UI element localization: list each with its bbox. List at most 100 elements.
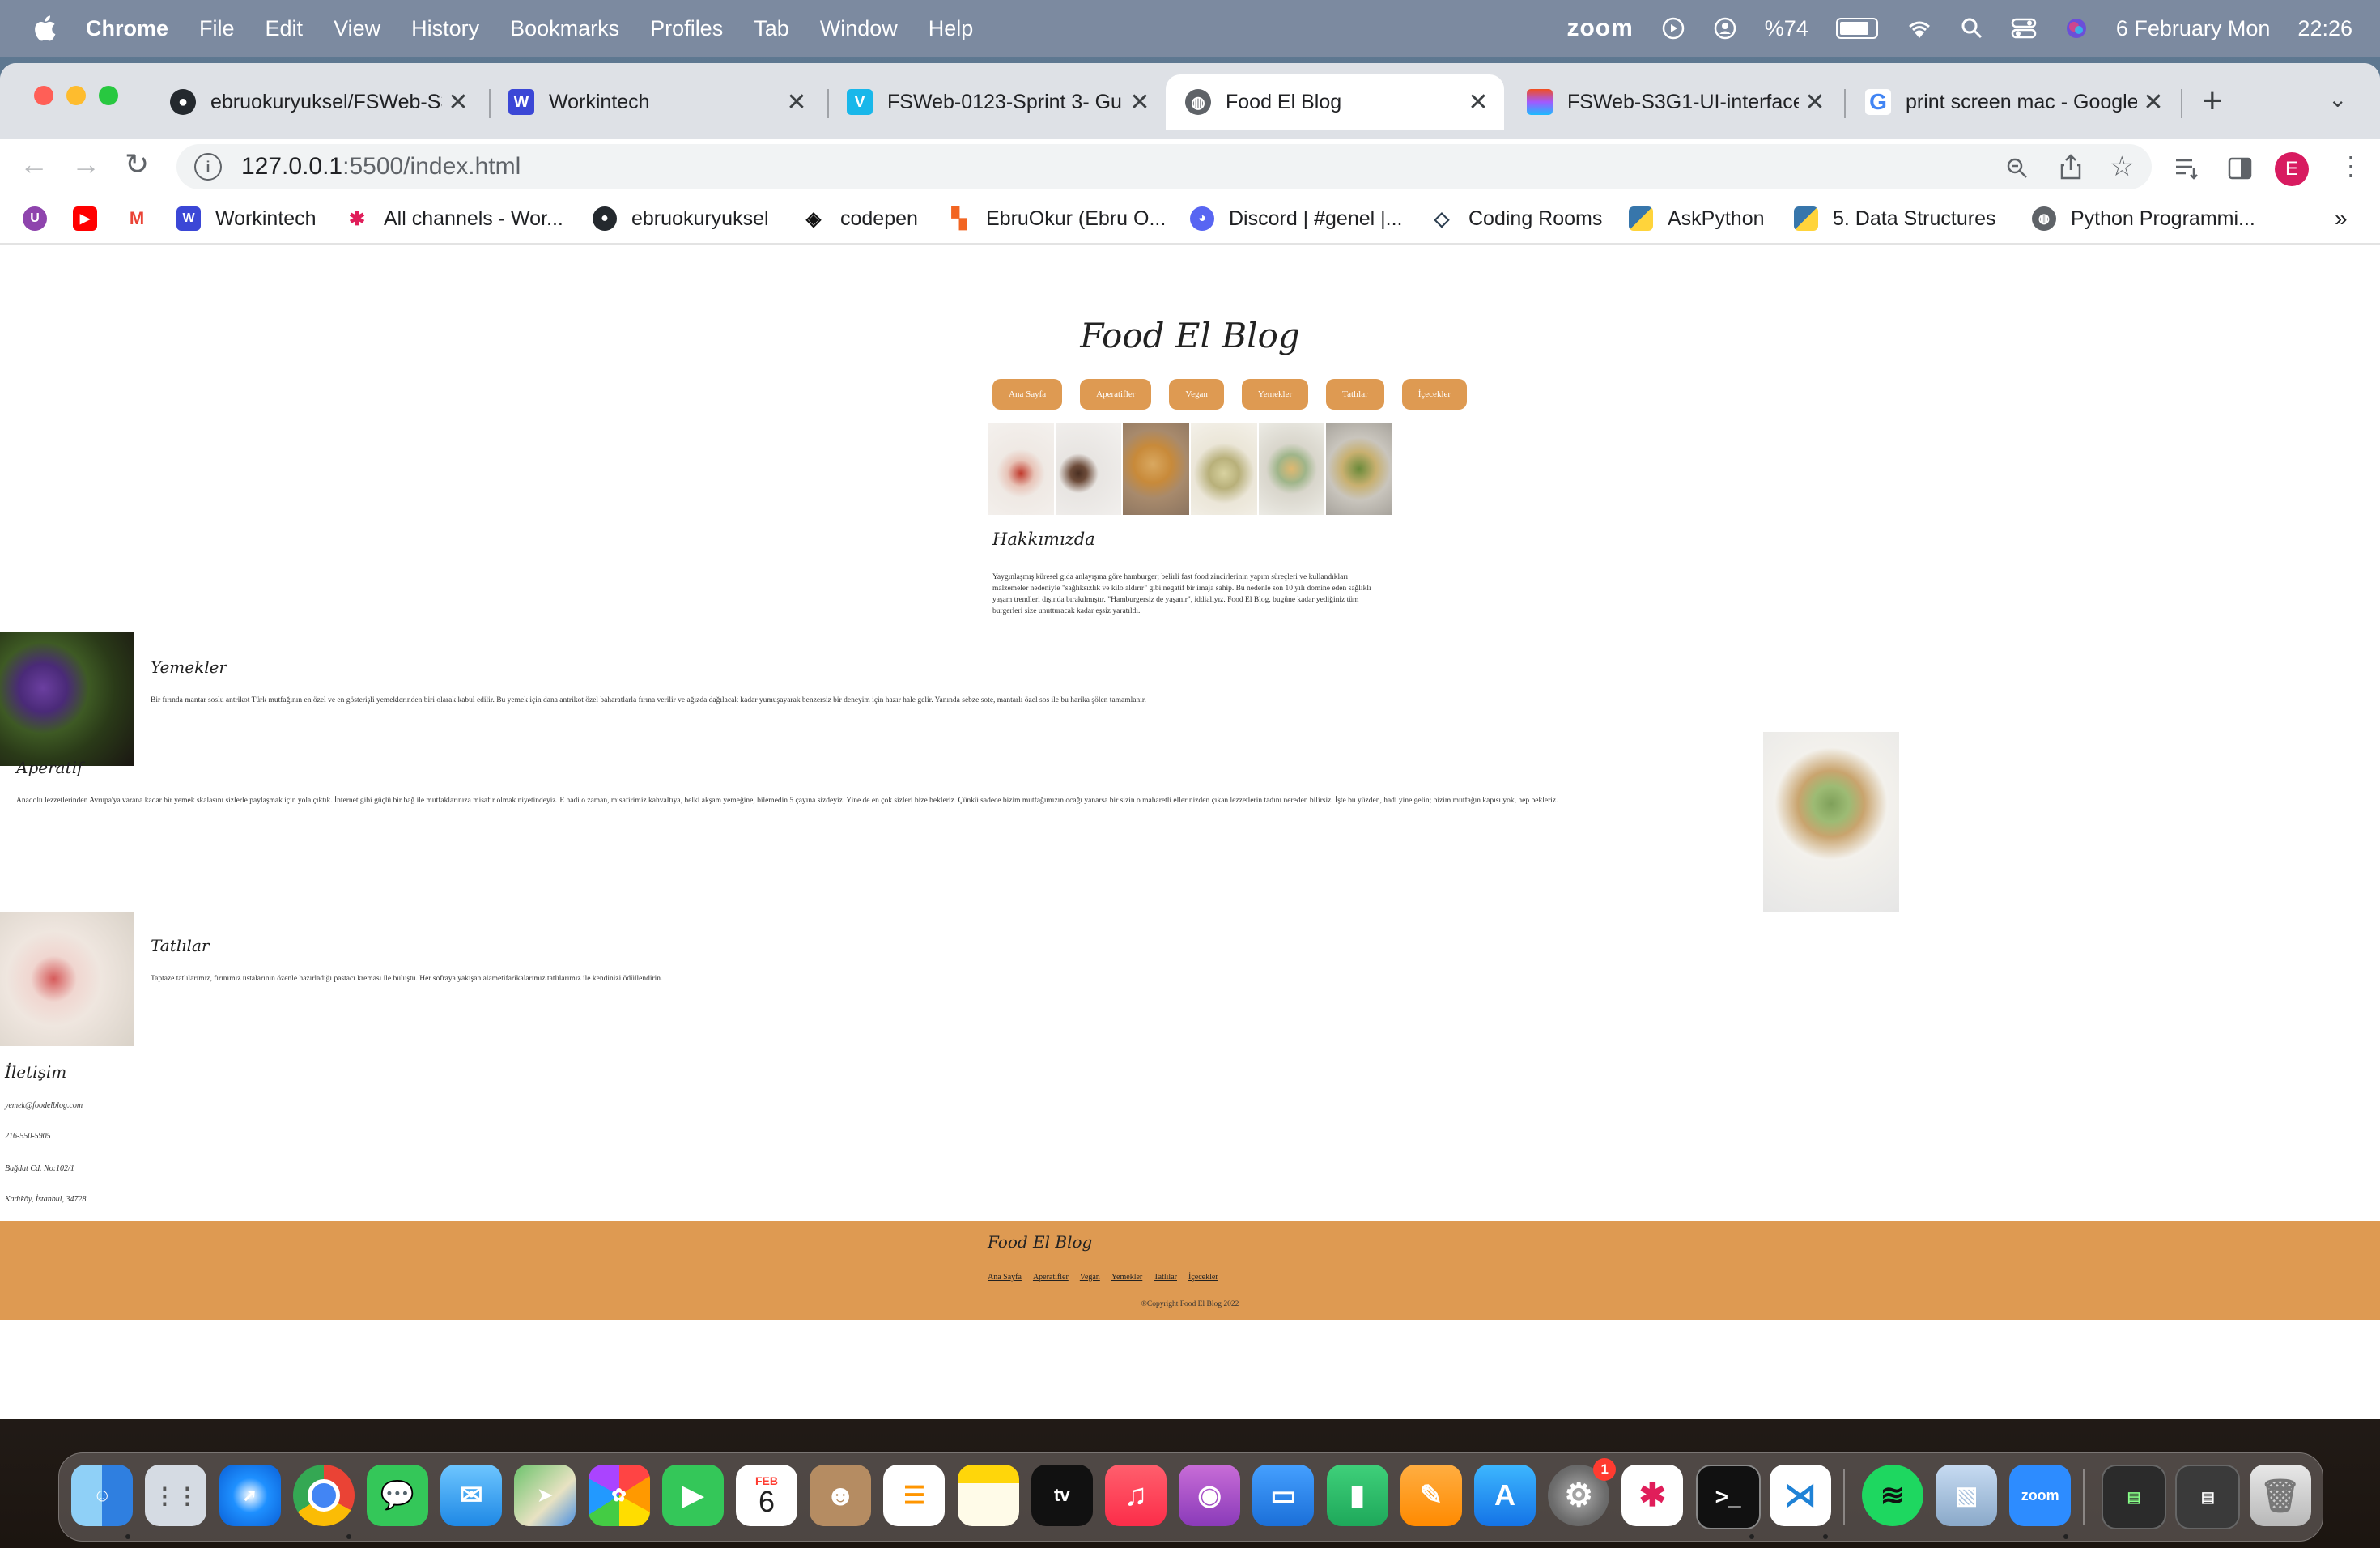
tab-close-icon[interactable]: ✕	[442, 88, 474, 117]
footer-link-icecekler[interactable]: İçecekler	[1188, 1273, 1218, 1282]
menu-help[interactable]: Help	[929, 16, 974, 41]
tab-close-icon[interactable]: ✕	[1799, 88, 1831, 117]
tab-close-icon[interactable]: ✕	[780, 88, 813, 117]
tab-search-chevron-icon[interactable]: ⌄	[2328, 86, 2347, 113]
mail-icon[interactable]: ✉	[440, 1465, 503, 1526]
bookmark-python-programming[interactable]: ◍ Python Programmi...	[2032, 204, 2255, 233]
more-menu-icon[interactable]: ⋮	[2338, 151, 2364, 181]
terminal-icon[interactable]: >_	[1695, 1465, 1761, 1529]
new-tab-plus-icon[interactable]: +	[2202, 81, 2223, 121]
address-bar[interactable]: i 127.0.0.1:5500/index.html	[176, 144, 2152, 189]
site-info-icon[interactable]: i	[194, 153, 222, 181]
safari-icon[interactable]: ➚	[219, 1465, 281, 1526]
bookmark-github[interactable]: ● ebruokuryuksel	[593, 204, 769, 233]
contacts-icon[interactable]: ☻	[810, 1465, 872, 1526]
launchpad-icon[interactable]: ⋮⋮	[145, 1465, 207, 1526]
menu-profiles[interactable]: Profiles	[650, 16, 723, 41]
share-icon[interactable]	[2059, 154, 2082, 180]
menu-history[interactable]: History	[411, 16, 479, 41]
reload-icon[interactable]: ↻	[125, 147, 149, 181]
tab-google[interactable]: G print screen mac - Google ✕	[1846, 74, 2179, 130]
back-arrow-icon[interactable]: ←	[19, 147, 49, 181]
nav-yemekler[interactable]: Yemekler	[1241, 379, 1309, 410]
apple-icon[interactable]	[32, 15, 57, 42]
bookmarks-overflow-icon[interactable]: »	[2335, 204, 2348, 233]
forward-arrow-icon[interactable]: →	[71, 147, 100, 181]
preview-icon[interactable]: ▧	[1936, 1465, 1997, 1526]
side-panel-icon[interactable]	[2228, 157, 2252, 180]
zoom-magnifier-icon[interactable]	[2006, 157, 2029, 180]
bookmark-item[interactable]: ▶	[73, 204, 112, 233]
address-url[interactable]: 127.0.0.1:5500/index.html	[241, 153, 521, 181]
photos-icon[interactable]: ✿	[588, 1465, 650, 1526]
trash-icon[interactable]: 🗑	[2249, 1465, 2311, 1526]
siri-icon[interactable]	[2064, 16, 2089, 40]
menu-tab[interactable]: Tab	[754, 16, 789, 41]
bookmark-item[interactable]: M	[125, 204, 164, 233]
bookmark-ebruokur[interactable]: ▚ EbruOkur (Ebru O...	[947, 204, 1166, 233]
tab-close-icon[interactable]: ✕	[2137, 88, 2170, 117]
system-settings-icon[interactable]: ⚙ 1	[1548, 1458, 1617, 1526]
tab-figma[interactable]: FSWeb-S3G1-UI-interface ✕	[1507, 74, 1841, 130]
bookmark-item[interactable]: U	[23, 204, 62, 233]
pages-icon[interactable]: ✎	[1400, 1465, 1462, 1526]
nav-tatlilar[interactable]: Tatlılar	[1326, 379, 1384, 410]
menu-edit[interactable]: Edit	[266, 16, 304, 41]
control-center-icon[interactable]	[2011, 17, 2037, 40]
bookmark-workintech[interactable]: W Workintech	[176, 204, 317, 233]
menu-view[interactable]: View	[334, 16, 380, 41]
menu-time[interactable]: 22:26	[2297, 16, 2352, 41]
footer-link-ana-sayfa[interactable]: Ana Sayfa	[988, 1273, 1022, 1282]
facetime-icon[interactable]: ▶	[661, 1465, 724, 1526]
footer-link-tatlilar[interactable]: Tatlılar	[1154, 1273, 1177, 1282]
bookmark-star-icon[interactable]: ☆	[2110, 151, 2134, 183]
podcasts-icon[interactable]: ◉	[1179, 1465, 1241, 1526]
tab-close-icon[interactable]: ✕	[1124, 88, 1156, 117]
wifi-icon[interactable]	[1906, 17, 1933, 40]
menu-window[interactable]: Window	[820, 16, 898, 41]
tab-vimeo[interactable]: V FSWeb-0123-Sprint 3- Gu ✕	[827, 74, 1166, 130]
minimized-window-terminal[interactable]: ▤	[2102, 1465, 2167, 1529]
slack-icon[interactable]: ✱	[1621, 1465, 1684, 1526]
menu-bookmarks[interactable]: Bookmarks	[510, 16, 619, 41]
bookmark-codepen[interactable]: ◈ codepen	[801, 204, 918, 233]
nav-ana-sayfa[interactable]: Ana Sayfa	[992, 379, 1063, 410]
tab-close-icon[interactable]: ✕	[1462, 88, 1494, 117]
bookmark-discord[interactable]: ◕ Discord | #genel |...	[1190, 204, 1402, 233]
bookmark-coding-rooms[interactable]: ◇ Coding Rooms	[1430, 204, 1602, 233]
reading-list-icon[interactable]	[2174, 157, 2200, 180]
notes-icon[interactable]	[957, 1465, 1019, 1526]
zoom-status-item[interactable]: zoom	[1566, 15, 1633, 42]
bookmark-slack[interactable]: ✱ All channels - Wor...	[345, 204, 563, 233]
messages-icon[interactable]: 💬	[367, 1465, 428, 1526]
contact-email[interactable]: yemek@foodelblog.com	[5, 1101, 83, 1110]
bookmark-askpython[interactable]: AskPython	[1629, 204, 1765, 233]
music-icon[interactable]: ♫	[1105, 1465, 1167, 1526]
footer-link-yemekler[interactable]: Yemekler	[1111, 1273, 1142, 1282]
menu-file[interactable]: File	[199, 16, 235, 41]
bookmark-data-structures[interactable]: 5. Data Structures	[1794, 204, 1995, 233]
close-window-button[interactable]	[34, 86, 53, 105]
play-icon[interactable]	[1661, 16, 1685, 40]
zoom-window-button[interactable]	[99, 86, 118, 105]
calendar-icon[interactable]: FEB 6	[736, 1465, 797, 1526]
apple-tv-icon[interactable]: tv	[1031, 1465, 1093, 1526]
menu-app-name[interactable]: Chrome	[86, 16, 168, 41]
footer-link-aperatifler[interactable]: Aperatifler	[1033, 1273, 1069, 1282]
zoom-app-icon[interactable]: zoom	[2009, 1465, 2072, 1526]
numbers-icon[interactable]: ▮	[1326, 1465, 1388, 1526]
tab-github[interactable]: ● ebruokuryuksel/FSWeb-S3 ✕	[151, 74, 484, 130]
profile-avatar[interactable]: E	[2275, 152, 2309, 186]
battery-icon[interactable]	[1835, 18, 1878, 39]
finder-icon[interactable]: ☺	[71, 1465, 134, 1526]
tab-workintech[interactable]: W Workintech ✕	[489, 74, 822, 130]
keynote-icon[interactable]: ▭	[1252, 1465, 1315, 1526]
app-store-icon[interactable]: A	[1474, 1465, 1536, 1526]
nav-vegan[interactable]: Vegan	[1169, 379, 1224, 410]
minimized-window-vscode[interactable]: ▤	[2175, 1465, 2241, 1529]
nav-icecekler[interactable]: İçecekler	[1401, 379, 1468, 410]
minimize-window-button[interactable]	[66, 86, 86, 105]
spotlight-search-icon[interactable]	[1961, 17, 1983, 40]
reminders-icon[interactable]: ☰	[883, 1465, 946, 1526]
vscode-icon[interactable]: ⋊	[1769, 1465, 1831, 1526]
